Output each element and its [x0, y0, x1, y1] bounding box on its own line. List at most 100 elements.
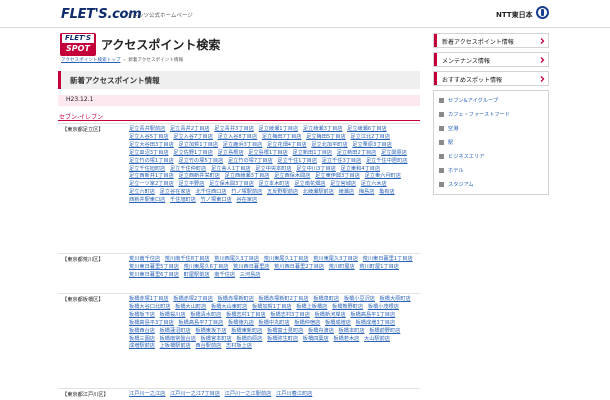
store-link[interactable]: 足立舎人1丁目店 [211, 166, 251, 172]
store-link[interactable]: 北綾瀬駅前店 [303, 189, 334, 195]
store-link[interactable]: 板橋泉町店 [313, 296, 339, 302]
store-link[interactable]: 板橋若木店 [333, 336, 359, 342]
store-link[interactable]: 足立青井2丁目店 [170, 126, 210, 132]
store-link[interactable]: 板橋南常盤台店 [160, 336, 196, 342]
store-link[interactable]: 三河島店 [240, 272, 261, 278]
store-link[interactable]: 板橋四葉店 [303, 336, 329, 342]
store-link[interactable]: 板橋舟渡店 [308, 328, 334, 334]
store-link[interactable]: 足立綾瀬1丁目店 [259, 126, 299, 132]
store-link[interactable]: 板橋高島平7丁目店 [178, 320, 223, 326]
store-link[interactable]: 足立新田1丁目店 [292, 150, 332, 156]
sidebar-new-info-button[interactable]: 新着アクセスポイント情報 [433, 33, 549, 48]
store-link[interactable]: 竹ノ塚東口店 [201, 197, 232, 203]
sidebar-link-seven-i[interactable]: セブン&アイグループ [439, 97, 498, 107]
store-link[interactable]: 荒川東尾久1丁目店 [264, 256, 309, 262]
store-link[interactable]: 足立西新井1丁目店 [129, 173, 174, 179]
store-link[interactable]: 千住旭町店 [170, 197, 196, 203]
store-link[interactable]: 足立一ツ家2丁目店 [129, 181, 174, 187]
store-link[interactable]: 亀有店 [379, 189, 395, 195]
store-link[interactable]: 板橋中丸町店 [259, 320, 290, 326]
store-link[interactable]: 荒川東日暮里5丁目店 [129, 264, 179, 270]
store-link[interactable]: 荒川東日暮里6丁目店 [129, 272, 179, 278]
store-link[interactable]: 足立竹の塚1丁目店 [129, 158, 174, 164]
store-link[interactable]: 足立北加平町店 [311, 142, 347, 148]
store-link[interactable]: 板橋高島平3丁目店 [129, 320, 174, 326]
store-link[interactable]: 板橋徳丸店 [228, 320, 254, 326]
store-link[interactable]: 板橋三園店 [129, 336, 155, 342]
sidebar-link-airport[interactable]: 空港 [439, 125, 458, 135]
store-link[interactable]: 板橋大山町店 [175, 304, 206, 310]
store-link[interactable]: 足立入谷5丁目店 [129, 134, 169, 140]
store-link[interactable]: 足立江北2丁目店 [350, 134, 390, 140]
store-link[interactable]: 西台駅前店 [195, 343, 221, 349]
ntt-east-label[interactable]: NTT東日本 [496, 10, 533, 20]
store-link[interactable]: 板橋宮本町店 [201, 336, 232, 342]
store-link[interactable]: 荒川西日暮里2丁目店 [274, 264, 324, 270]
store-link[interactable]: 足立中央本町店 [255, 166, 291, 172]
store-link[interactable]: 荒川東尾久6丁目店 [184, 264, 229, 270]
store-link[interactable]: 足立宮城店 [330, 181, 356, 187]
store-link[interactable]: 足立中川3丁目店 [296, 166, 336, 172]
store-link[interactable]: 足立花畑4丁目店 [267, 142, 307, 148]
store-link[interactable]: 足立西綾瀬3丁目店 [225, 173, 270, 179]
store-link[interactable]: 足立千住1丁目店 [277, 158, 317, 164]
store-link[interactable]: 足立皿沼3丁目店 [129, 150, 169, 156]
store-link[interactable]: 荒川南千住店 [129, 256, 160, 262]
store-link[interactable]: 板橋赤塚新町2丁目店 [259, 296, 309, 302]
store-link[interactable]: 成増駅前店 [129, 343, 155, 349]
store-link[interactable]: 荒川町屋1丁目店 [359, 264, 399, 270]
store-link[interactable]: 板橋大原町店 [380, 296, 411, 302]
store-link[interactable]: 足立谷在家店 [160, 189, 191, 195]
store-link[interactable]: 足立平野店 [178, 181, 204, 187]
store-link[interactable]: 板橋桜川店 [160, 312, 186, 318]
store-link[interactable]: 板橋高島平1丁目店 [350, 312, 395, 318]
store-link[interactable]: 足立佐野1丁目店 [173, 150, 213, 156]
store-link[interactable]: 足立新田2丁目店 [337, 150, 377, 156]
store-link[interactable]: 板橋清水町店 [190, 312, 221, 318]
store-link[interactable]: 足立保木間3丁目店 [209, 181, 254, 187]
store-link[interactable]: 足立西新井栄町店 [178, 173, 220, 179]
store-link[interactable]: 足立竹の塚7丁目店 [228, 158, 273, 164]
store-link[interactable]: 足立青井3丁目店 [214, 126, 254, 132]
store-link[interactable]: 足立島根店 [218, 150, 244, 156]
store-link[interactable]: 荒川東尾久3丁目店 [313, 256, 358, 262]
store-link[interactable]: 大山駅前店 [364, 336, 390, 342]
sidebar-link-hotel[interactable]: ホテル [439, 167, 464, 177]
store-link[interactable]: 荒川東日暮里1丁目店 [363, 256, 413, 262]
store-link[interactable]: 荒川西尾久3丁目店 [214, 256, 259, 262]
store-link[interactable]: 板橋前野町店 [369, 328, 400, 334]
store-link[interactable]: 足立千住中居町店 [366, 158, 408, 164]
store-link[interactable]: 板橋仲宿店 [294, 320, 320, 326]
store-link[interactable]: 五反野駅前店 [267, 189, 298, 195]
store-link[interactable]: 綾瀬店 [339, 189, 355, 195]
store-link[interactable]: 足立鹿浜3丁目店 [223, 142, 263, 148]
store-link[interactable]: 梅島店 [359, 189, 375, 195]
breadcrumb-link-top[interactable]: アクセスポイント検索トップ [61, 58, 121, 63]
store-link[interactable]: 荒川南千住8丁目店 [165, 256, 210, 262]
store-link[interactable]: 足立南花畑店 [294, 181, 325, 187]
store-link[interactable]: 板橋志村3丁目店 [270, 312, 310, 318]
store-link[interactable]: 足立千住旭町店 [129, 166, 165, 172]
store-link[interactable]: 江戸川一之江7丁目店 [170, 391, 220, 397]
store-link[interactable]: 竹ノ塚駅前店 [231, 189, 262, 195]
store-link[interactable]: 足立東和4丁目店 [341, 166, 381, 172]
store-link[interactable]: 足立綾瀬3丁目店 [303, 126, 343, 132]
store-link[interactable]: 足立綾瀬6丁目店 [347, 126, 387, 132]
sidebar-maintenance-button[interactable]: メンテナンス情報 [433, 52, 549, 67]
sidebar-recommend-button[interactable]: おすすめスポット情報 [433, 71, 549, 86]
store-link[interactable]: 足立千住3丁目店 [322, 158, 362, 164]
store-link[interactable]: 足立梅田5丁目店 [306, 134, 346, 140]
store-link[interactable]: 板橋富士見町店 [267, 328, 303, 334]
store-link[interactable]: 板橋西台店 [129, 328, 155, 334]
store-link[interactable]: 足立青井駅前店 [129, 126, 165, 132]
store-link[interactable]: 足立東六月町店 [365, 173, 401, 179]
store-link[interactable]: 足立大谷田3丁目店 [129, 142, 174, 148]
store-link[interactable]: 上板橋駅前店 [160, 343, 191, 349]
store-link[interactable]: 足立本木町店 [259, 181, 290, 187]
store-link[interactable]: 板橋大山東町店 [211, 304, 247, 310]
store-link[interactable]: 荒川町屋店 [329, 264, 355, 270]
store-link[interactable]: 足立西保木間店 [274, 173, 310, 179]
store-link[interactable]: 板橋小茂根店 [368, 304, 399, 310]
store-link[interactable]: 板橋新河岸店 [315, 312, 346, 318]
store-link[interactable]: 板橋大谷口北町店 [129, 304, 171, 310]
